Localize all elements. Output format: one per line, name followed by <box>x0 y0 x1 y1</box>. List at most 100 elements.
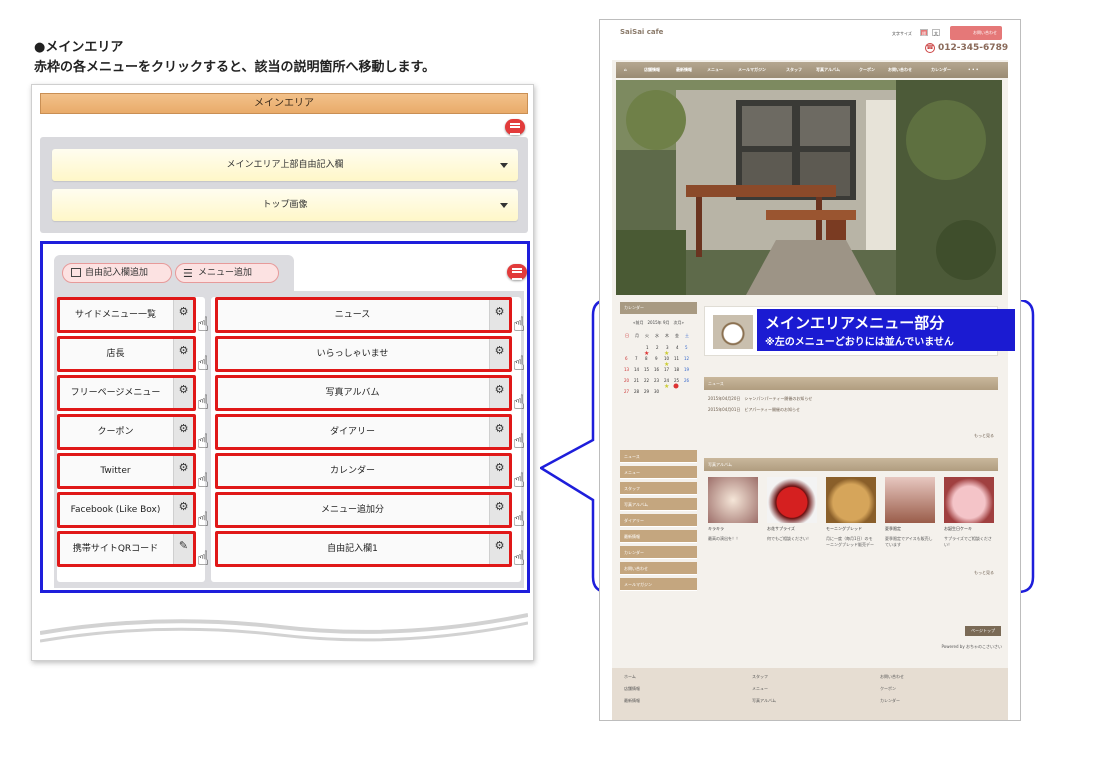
top-image-bar[interactable]: トップ画像 <box>52 189 518 221</box>
gnav-item[interactable]: 最新情報 <box>676 62 692 78</box>
gnav-item[interactable]: クーポン <box>859 62 875 78</box>
gear-icon[interactable]: ⚙ <box>489 534 509 564</box>
menu-icon[interactable] <box>507 264 527 280</box>
menu-icon[interactable] <box>505 119 525 135</box>
side-nav-item[interactable]: 最新情報 <box>620 530 697 543</box>
menu-item-manager[interactable]: 店長 ⚙ ☝ <box>57 336 209 375</box>
contact-button[interactable]: お問い合わせ <box>950 26 1002 40</box>
news-item[interactable]: 2015年04月01日 ビアパーティー開催のお知らせ <box>708 407 800 413</box>
album-photo[interactable] <box>708 477 758 523</box>
side-nav-item[interactable]: ニュース <box>620 450 697 463</box>
powered-by: Powered by おちゃのこさいさい <box>941 644 1002 649</box>
footer-link[interactable]: 最新情報 <box>624 698 640 704</box>
gear-icon[interactable]: ⚙ <box>489 417 509 447</box>
panel-title: メインエリア <box>40 93 528 114</box>
menu-item-label: Facebook (Like Box) <box>70 505 161 515</box>
menu-item-coupon[interactable]: クーポン ⚙ ☝ <box>57 414 209 453</box>
menu-item-added-menu[interactable]: メニュー追加分 ⚙ ☝ <box>215 492 525 531</box>
pencil-icon[interactable]: ✎ <box>173 534 193 564</box>
pointer-hand-icon: ☝ <box>196 351 209 375</box>
gear-icon[interactable]: ⚙ <box>173 417 193 447</box>
main-area-panel: メインエリア メインエリア上部自由記入欄 トップ画像 自由記入欄追加 メニュー追… <box>31 84 534 661</box>
gear-icon[interactable]: ⚙ <box>489 300 509 330</box>
side-nav-item[interactable]: 写真アルバム <box>620 498 697 511</box>
menu-item-diary[interactable]: ダイアリー ⚙ ☝ <box>215 414 525 453</box>
footer-link[interactable]: ホーム <box>624 674 636 680</box>
album-sub: 最高の演出を！！ <box>708 536 740 541</box>
top-image-label: トップ画像 <box>262 200 308 210</box>
gear-icon[interactable]: ⚙ <box>173 300 193 330</box>
footer-link[interactable]: クーポン <box>880 686 896 692</box>
cafe-terrace-illustration <box>616 80 1002 295</box>
menu-item-mobile-qr[interactable]: 携帯サイトQRコード ✎ ☝ <box>57 531 209 570</box>
footer-link[interactable]: カレンダー <box>880 698 900 704</box>
gear-icon[interactable]: ⚙ <box>173 456 193 486</box>
weekday: 火 <box>645 333 649 338</box>
weekday: 土 <box>685 333 689 338</box>
menu-item-news[interactable]: ニュース ⚙ ☝ <box>215 297 525 336</box>
album-grid: キラキラ お花サプライズ モーニングブレッド 夏季限定 お誕生日ケーキ 最高の演… <box>708 477 998 577</box>
page-top-button[interactable]: ページトップ <box>965 626 1001 636</box>
site-sidebar: カレンダー «前月 2015年 9月 次月» 日 月 火 水 木 金 土 12 3… <box>620 302 697 591</box>
add-menu-button[interactable]: メニュー追加 <box>175 263 279 283</box>
gear-icon[interactable]: ⚙ <box>173 378 193 408</box>
news-more-link[interactable]: もっと見る <box>974 433 994 439</box>
gear-icon[interactable]: ⚙ <box>489 339 509 369</box>
footer-link[interactable]: メニュー <box>752 686 768 692</box>
home-icon[interactable]: ⌂ <box>624 62 627 78</box>
footer-link[interactable]: 写真アルバム <box>752 698 776 704</box>
menu-item-welcome[interactable]: いらっしゃいませ ⚙ ☝ <box>215 336 525 375</box>
news-item[interactable]: 2015年04月20日 シャンパンパーティー開催のお知らせ <box>708 396 812 402</box>
top-free-text-bar[interactable]: メインエリア上部自由記入欄 <box>52 149 518 181</box>
album-photo[interactable] <box>885 477 935 523</box>
footer-link[interactable]: 店舗情報 <box>624 686 640 692</box>
gear-icon[interactable]: ⚙ <box>489 378 509 408</box>
menu-item-free-page-menu[interactable]: フリーページメニュー ⚙ ☝ <box>57 375 209 414</box>
menu-item-free-text-1[interactable]: 自由記入欄1 ⚙ ☝ <box>215 531 525 570</box>
site-logo: SaiSai cafe <box>620 28 664 36</box>
footer-link[interactable]: お問い合わせ <box>880 674 904 680</box>
album-photo[interactable] <box>944 477 994 523</box>
heading-line-2: 赤枠の各メニューをクリックすると、該当の説明箇所へ移動します。 <box>34 60 436 75</box>
footer-link[interactable]: スタッフ <box>752 674 768 680</box>
album-photo[interactable] <box>826 477 876 523</box>
pointer-hand-icon: ☝ <box>196 429 209 453</box>
side-nav-item[interactable]: お問い合わせ <box>620 562 697 575</box>
gear-icon[interactable]: ⚙ <box>173 339 193 369</box>
menu-item-label: サイドメニュー一覧 <box>74 310 156 320</box>
gnav-item[interactable]: カレンダー <box>931 62 951 78</box>
gnav-item[interactable]: 店舗情報 <box>644 62 660 78</box>
gnav-item[interactable]: スタッフ <box>786 62 802 78</box>
menu-item-calendar[interactable]: カレンダー ⚙ ☝ <box>215 453 525 492</box>
gnav-item[interactable]: • • • <box>968 62 978 78</box>
global-nav: ⌂ 店舗情報 最新情報 メニュー メールマガジン スタッフ 写真アルバム クーポ… <box>616 62 1008 78</box>
font-size-large-button[interactable]: 大 <box>932 29 940 36</box>
calendar-header: «前月 2015年 9月 次月» <box>633 320 684 325</box>
menu-item-label: Twitter <box>100 466 131 476</box>
menu-item-photo-album[interactable]: 写真アルバム ⚙ ☝ <box>215 375 525 414</box>
gnav-item[interactable]: 写真アルバム <box>816 62 840 78</box>
phone-number: ☎ 012-345-6789 <box>925 43 1008 53</box>
font-size-normal-button[interactable]: 標準 <box>920 29 928 43</box>
gnav-item[interactable]: お問い合わせ <box>888 62 912 78</box>
gear-icon[interactable]: ⚙ <box>489 456 509 486</box>
menu-item-label: メニュー追加分 <box>320 505 384 515</box>
side-nav-item[interactable]: ダイアリー <box>620 514 697 527</box>
menu-item-twitter[interactable]: Twitter ⚙ ☝ <box>57 453 209 492</box>
side-nav-item[interactable]: メールマガジン <box>620 578 697 591</box>
add-free-text-button[interactable]: 自由記入欄追加 <box>62 263 172 283</box>
side-nav-item[interactable]: カレンダー <box>620 546 697 559</box>
gear-icon[interactable]: ⚙ <box>489 495 509 525</box>
gear-icon[interactable]: ⚙ <box>173 495 193 525</box>
album-photo[interactable] <box>767 477 817 523</box>
album-more-link[interactable]: もっと見る <box>974 570 994 576</box>
side-nav-item[interactable]: スタッフ <box>620 482 697 495</box>
tab-area: 自由記入欄追加 メニュー追加 <box>54 255 294 291</box>
menu-item-side-menu-list[interactable]: サイドメニュー一覧 ⚙ ☝ <box>57 297 209 336</box>
svg-text:★: ★ <box>664 361 669 368</box>
side-nav-item[interactable]: メニュー <box>620 466 697 479</box>
gnav-item[interactable]: メールマガジン <box>738 62 766 78</box>
svg-text:29: 29 <box>644 389 650 394</box>
gnav-item[interactable]: メニュー <box>707 62 723 78</box>
menu-item-facebook[interactable]: Facebook (Like Box) ⚙ ☝ <box>57 492 209 531</box>
